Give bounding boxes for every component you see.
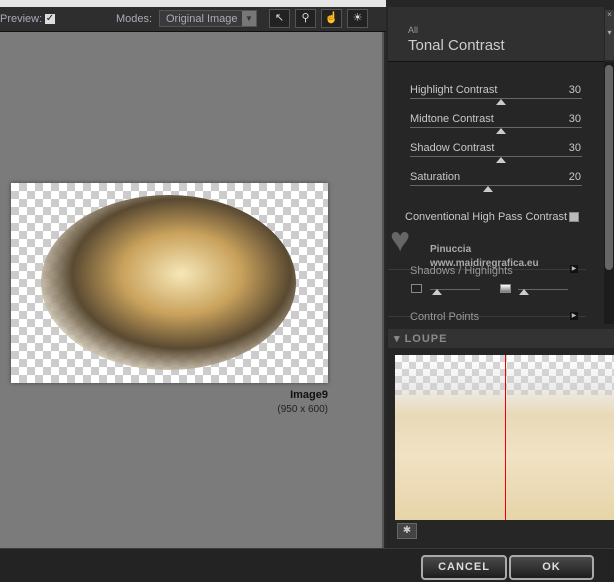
loupe-label: LOUPE [404,333,448,345]
image-content [41,195,296,370]
slider-label: Highlight Contrast [410,84,498,96]
pin-icon[interactable]: ✱ [397,523,417,539]
expand-arrow-icon[interactable]: ▶ [570,312,578,320]
preview-label: Preview: [0,13,43,25]
scrollbar-thumb[interactable] [605,65,613,270]
arrow-select-icon[interactable]: ↖ [269,9,290,28]
modes-select[interactable]: Original Image ▼ [159,10,257,27]
slider-value: 30 [568,142,581,154]
control-points-section[interactable]: Control Points [410,311,479,323]
loupe-view[interactable] [395,355,614,520]
slider-thumb[interactable] [483,186,494,192]
highlights-thumb[interactable] [519,289,529,295]
modes-value: Original Image [166,13,238,25]
shadows-swatch [411,284,422,293]
slider-thumb[interactable] [496,99,506,105]
cancel-button[interactable]: CANCEL [421,555,507,580]
slider-thumb[interactable] [496,128,506,134]
modes-label: Modes: [116,13,153,25]
slider-track[interactable] [410,185,582,186]
panel-side-buttons[interactable]: × ▾ [605,10,614,60]
preview-checkbox[interactable]: ✓ [45,14,55,24]
slider-value: 30 [568,84,581,96]
slider-value: 30 [568,113,581,125]
shadows-thumb[interactable] [432,289,442,295]
loupe-red-line [505,355,506,520]
filter-title: Tonal Contrast [408,37,505,54]
watermark-heart-icon: ♥ [390,221,411,259]
image-name: Image9 [290,389,328,401]
filter-header: All Tonal Contrast [388,7,604,62]
shadows-highlights-section[interactable]: Shadows / Highlights [410,265,513,277]
image-size: (950 x 600) [277,404,328,415]
slider-label: Shadow Contrast [410,142,495,154]
expand-arrow-icon[interactable]: ▶ [570,265,578,273]
chevron-down-icon: ▼ [242,11,256,26]
slider-label: Saturation [410,171,461,183]
slider-thumb[interactable] [496,157,506,163]
slider-label: Midtone Contrast [410,113,494,125]
zoom-icon[interactable]: ⚲ [295,9,316,28]
slider-value: 20 [568,171,581,183]
hand-icon[interactable]: ☝ [321,9,342,28]
loupe-header[interactable]: ▾ LOUPE [388,329,614,348]
ok-button[interactable]: OK [509,555,594,580]
lightbulb-icon[interactable]: ☀ [347,9,368,28]
filter-category: All [408,25,419,35]
high-pass-checkbox[interactable] [569,212,579,222]
preview-image[interactable] [11,183,328,383]
highlights-swatch [500,284,511,293]
